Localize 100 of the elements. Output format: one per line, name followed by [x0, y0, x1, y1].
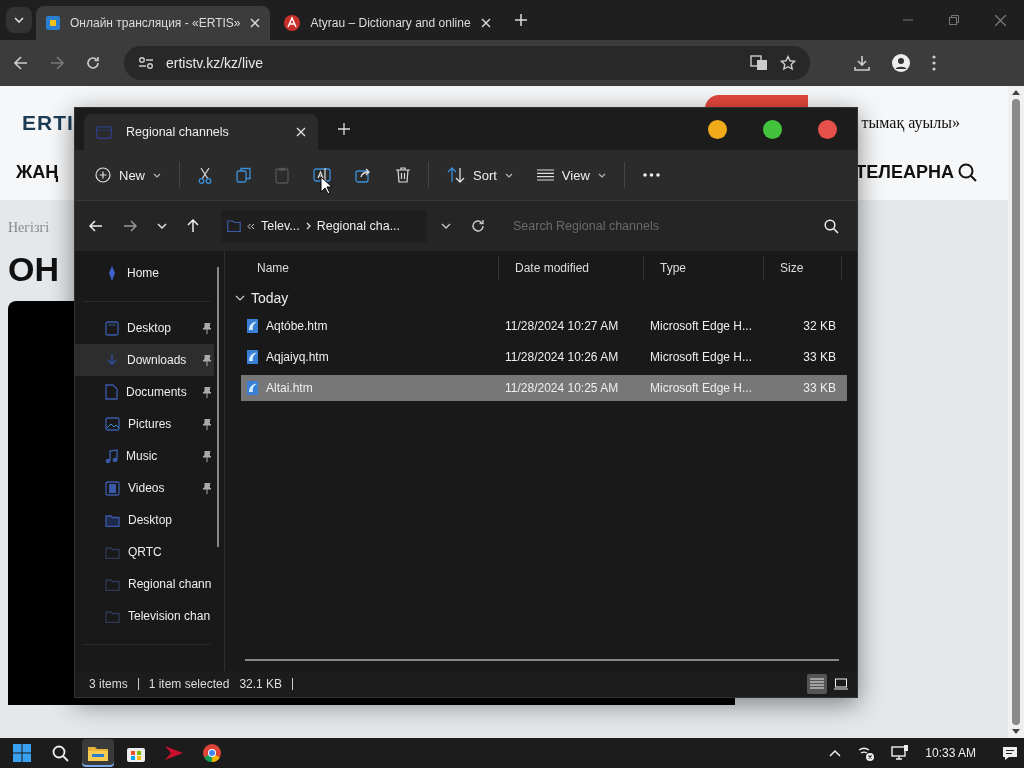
column-header[interactable]: Name [241, 256, 499, 280]
nav-item[interactable]: Television chan [75, 600, 214, 632]
address-bar[interactable]: ertistv.kz/kz/live [124, 46, 810, 80]
view-button[interactable]: View [526, 158, 616, 192]
page-heading: ОН [8, 250, 59, 289]
group-header[interactable]: Today [235, 283, 847, 313]
site-settings-icon[interactable] [138, 56, 154, 70]
scrollbar[interactable] [217, 267, 219, 547]
type-cell-text: Microsoft Edge H... [649, 381, 754, 395]
dropdown-icon[interactable] [441, 223, 451, 229]
clock-text[interactable]: 10:33 AM [925, 746, 976, 760]
maximize-button[interactable] [763, 119, 782, 139]
search-icon[interactable] [958, 162, 978, 183]
copy-icon [236, 167, 251, 183]
item-count: 3 items [89, 677, 128, 691]
mouse-pointer-icon [320, 176, 332, 195]
nav-item[interactable]: Music [75, 440, 214, 472]
date-cell-text: 11/28/2024 10:26 AM [504, 350, 620, 364]
column-header[interactable]: Date modified [499, 256, 644, 280]
caret-icon [504, 172, 513, 178]
type-cell-text: Microsoft Edge H... [649, 319, 754, 333]
scroll-down-icon[interactable] [1012, 729, 1020, 734]
chevron-up-icon[interactable] [829, 749, 842, 757]
taskbar-app[interactable] [82, 739, 114, 767]
selection-size: 32.1 KB [239, 677, 283, 691]
column-header[interactable]: Type [644, 256, 764, 280]
nav-item[interactable]: Desktop [75, 312, 214, 344]
arrow-icon [165, 745, 183, 761]
monitor-icon[interactable] [891, 745, 910, 761]
folder-icon [105, 545, 120, 559]
date-cell-text: 11/28/2024 10:25 AM [504, 381, 620, 395]
headline-text[interactable]: тымақ ауылы» [861, 114, 960, 132]
nav-link[interactable]: ТЕЛЕАРНА [855, 162, 954, 183]
pin-icon [202, 386, 212, 398]
new-button[interactable]: New [85, 158, 171, 192]
minimize-button[interactable] [708, 119, 727, 139]
pin-icon [202, 482, 212, 494]
tiles-icon [834, 678, 848, 690]
close-button[interactable] [818, 119, 837, 139]
menu-icon[interactable] [932, 55, 936, 71]
reload-icon[interactable] [86, 56, 100, 70]
path-segment[interactable]: Regional cha... [316, 219, 401, 233]
clipboard-icon [275, 166, 289, 184]
up-icon[interactable] [187, 219, 199, 233]
nav-item[interactable]: Videos [75, 472, 214, 504]
caret-icon [153, 172, 161, 178]
restore-icon[interactable] [949, 15, 959, 25]
profile-icon[interactable] [892, 54, 910, 72]
nav-item[interactable]: Documents [75, 376, 214, 408]
file-row[interactable]: Aqtóbe.htm 11/28/2024 10:27 AM Microsoft Edge H... 32 KB [241, 313, 847, 339]
site-logo[interactable]: ERTI [22, 111, 74, 135]
back-icon[interactable] [14, 56, 28, 70]
selection-info: 1 item selected [148, 677, 230, 691]
refresh-icon[interactable] [471, 219, 485, 233]
path-segment[interactable]: Telev... [261, 219, 300, 233]
edge-file-icon [245, 318, 260, 334]
type-cell-text: Microsoft Edge H... [649, 350, 754, 364]
nav-item[interactable]: QRTC [75, 536, 214, 568]
new-tab-icon[interactable] [514, 14, 527, 26]
nav-link[interactable]: ЖАҢ [16, 162, 59, 183]
network-off-icon[interactable] [857, 745, 876, 761]
trash-icon [396, 167, 410, 183]
pin-icon [202, 322, 212, 334]
folder-icon [105, 577, 120, 591]
chevron-icon [235, 295, 245, 301]
new-tab-icon[interactable] [338, 123, 350, 135]
more-icon [642, 173, 660, 177]
size-cell-text: 32 KB [802, 319, 837, 333]
search-icon [51, 744, 69, 762]
sort-button[interactable]: Sort [437, 158, 523, 192]
explorer-tab[interactable]: Regional channels [84, 114, 318, 150]
browser-tab[interactable]: Atyrau – Dictionary and online [274, 6, 501, 40]
size-cell-text: 33 KB [802, 381, 837, 395]
nav-item[interactable]: Home [75, 257, 214, 289]
rename-icon [313, 167, 331, 183]
nav-item[interactable]: Downloads [75, 344, 214, 376]
folder-icon [96, 125, 112, 139]
forward-icon[interactable] [123, 220, 137, 232]
nav-item[interactable]: Desktop [75, 504, 214, 536]
browser-tab[interactable]: Онлайн трансляция - «ERTIS» [36, 6, 271, 40]
column-header[interactable]: Size [764, 256, 842, 280]
sort-icon [447, 167, 465, 183]
forward-icon[interactable] [50, 56, 64, 70]
translate-icon[interactable] [750, 55, 768, 71]
edge-file-icon [245, 380, 260, 396]
notification-icon[interactable] [1002, 745, 1018, 761]
date-cell-text: 11/28/2024 10:27 AM [504, 319, 620, 333]
star-icon[interactable] [780, 55, 796, 71]
file-row[interactable]: Aqjaiyq.htm 11/28/2024 10:26 AM Microsoft Edge H... 33 KB [241, 344, 847, 370]
scroll-up-icon[interactable] [1012, 90, 1020, 95]
nav-item[interactable]: Regional chann [75, 568, 214, 600]
address-field[interactable]: Telev... Regional cha... [221, 210, 427, 242]
nav-item[interactable]: Pictures [75, 408, 214, 440]
search-field[interactable]: Search Regional channels [511, 218, 824, 234]
tab-search-button[interactable] [6, 7, 32, 33]
scrollbar[interactable] [245, 659, 839, 661]
file-row[interactable]: Altai.htm 11/28/2024 10:25 AM Microsoft Edge H... 33 KB [241, 375, 847, 401]
recent-locations-icon[interactable] [157, 223, 167, 229]
download-icon[interactable] [854, 55, 870, 71]
scrollbar[interactable] [1008, 86, 1024, 738]
